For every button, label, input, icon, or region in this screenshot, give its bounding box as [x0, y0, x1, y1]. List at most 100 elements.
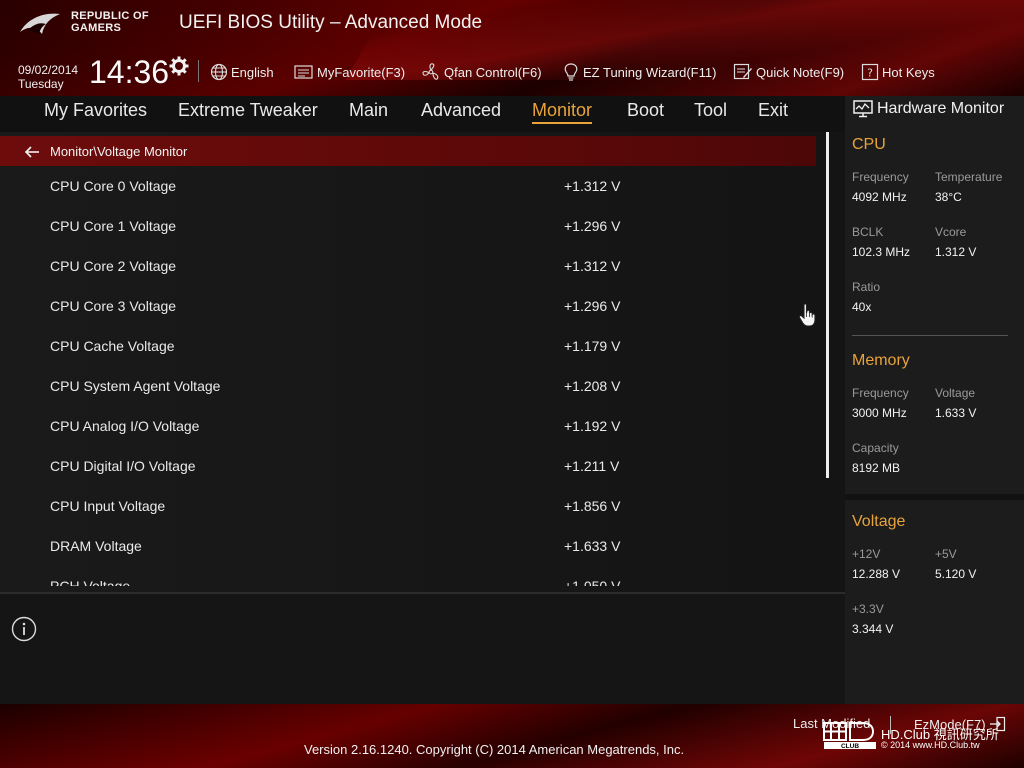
item-label: CPU Analog I/O Voltage	[50, 418, 200, 434]
ez-tuning-label: EZ Tuning Wizard(F11)	[583, 64, 717, 80]
fan-icon	[422, 63, 439, 80]
item-label: CPU Cache Voltage	[50, 338, 175, 354]
list-item[interactable]: CPU Digital I/O Voltage +1.211 V	[0, 448, 820, 488]
cpu-section-heading: CPU	[852, 136, 886, 153]
info-icon	[11, 616, 37, 642]
v33-label: +3.3V	[852, 602, 884, 616]
header-bar: REPUBLIC OF GAMERS UEFI BIOS Utility – A…	[0, 0, 1024, 96]
item-label: CPU Core 2 Voltage	[50, 258, 177, 274]
day-display: Tuesday	[18, 77, 64, 91]
brand-text: REPUBLIC OF GAMERS	[71, 10, 149, 34]
cpu-bclk-label: BCLK	[852, 225, 884, 239]
memory-voltage-value: 1.633 V	[935, 406, 977, 420]
app-title: UEFI BIOS Utility – Advanced Mode	[179, 12, 483, 33]
date-display: 09/02/2014	[18, 63, 79, 77]
footer-bar: Last Modified EzMode(F7) CLUB HD.Club 視訊…	[0, 704, 1024, 768]
memory-capacity-label: Capacity	[852, 441, 899, 455]
list-item[interactable]: DRAM Voltage +1.633 V	[0, 528, 820, 568]
item-value: +1.296 V	[564, 218, 621, 234]
svg-text:CLUB: CLUB	[841, 743, 859, 750]
list-item[interactable]: CPU Core 2 Voltage +1.312 V	[0, 248, 820, 288]
tab-my-favorites[interactable]: My Favorites	[44, 100, 147, 121]
cpu-temperature-value: 38°C	[935, 190, 962, 204]
memory-capacity-value: 8192 MB	[852, 461, 901, 475]
note-icon	[733, 63, 752, 80]
list-item[interactable]: CPU Cache Voltage +1.179 V	[0, 328, 820, 368]
hardware-monitor-panel: Hardware Monitor CPU Frequency Temperatu…	[845, 96, 1024, 704]
item-value: +1.312 V	[564, 178, 621, 194]
cpu-frequency-label: Frequency	[852, 170, 909, 184]
list-item[interactable]: CPU Analog I/O Voltage +1.192 V	[0, 408, 820, 448]
hardware-monitor-title: Hardware Monitor	[853, 100, 1004, 118]
brand-line2: GAMERS	[71, 22, 122, 34]
memory-section-heading: Memory	[852, 352, 910, 369]
tab-main[interactable]: Main	[349, 100, 388, 121]
item-value: +1.208 V	[564, 378, 621, 394]
svg-text:?: ?	[867, 67, 873, 80]
v5-value: 5.120 V	[935, 567, 977, 581]
section-divider	[845, 494, 1024, 500]
voltage-section-heading: Voltage	[852, 513, 906, 530]
list-item[interactable]: PCH Voltage +1.050 V	[0, 568, 820, 586]
item-label: CPU Digital I/O Voltage	[50, 458, 196, 474]
ez-tuning-wizard-button[interactable]: EZ Tuning Wizard(F11)	[562, 62, 716, 82]
hot-keys-button[interactable]: ? Hot Keys	[861, 62, 935, 82]
language-label: English	[231, 64, 274, 80]
quick-note-button[interactable]: Quick Note(F9)	[733, 62, 844, 82]
language-button[interactable]: English	[210, 62, 274, 82]
item-value: +1.312 V	[564, 258, 621, 274]
item-value: +1.211 V	[564, 458, 620, 474]
list-scrollbar[interactable]	[826, 132, 829, 478]
cpu-frequency-value: 4092 MHz	[852, 190, 907, 204]
item-value: +1.296 V	[564, 298, 621, 314]
list-item[interactable]: CPU Core 3 Voltage +1.296 V	[0, 288, 820, 328]
item-label: CPU Core 0 Voltage	[50, 178, 177, 194]
list-item[interactable]: CPU Input Voltage +1.856 V	[0, 488, 820, 528]
v12-label: +12V	[852, 547, 881, 561]
cpu-ratio-label: Ratio	[852, 280, 881, 294]
header-divider	[198, 60, 199, 82]
item-value: +1.050 V	[564, 578, 621, 586]
rog-eye-logo-icon	[20, 13, 60, 34]
main-panel: Monitor\Voltage Monitor CPU Core 0 Volta…	[0, 132, 845, 592]
watermark-site: © 2014 www.HD.Club.tw	[881, 740, 980, 750]
memory-frequency-label: Frequency	[852, 386, 909, 400]
hot-keys-label: Hot Keys	[882, 64, 935, 80]
hd-club-watermark-logo-icon: CLUB	[823, 722, 876, 750]
qfan-label: Qfan Control(F6)	[444, 64, 542, 80]
item-value: +1.179 V	[564, 338, 621, 354]
v5-label: +5V	[935, 547, 957, 561]
item-label: DRAM Voltage	[50, 538, 142, 554]
item-value: +1.192 V	[564, 418, 621, 434]
tab-boot[interactable]: Boot	[627, 100, 664, 121]
globe-icon	[210, 63, 228, 81]
myfavorite-button[interactable]: MyFavorite(F3)	[294, 62, 405, 82]
breadcrumb-path: Monitor\Voltage Monitor	[50, 144, 188, 159]
breadcrumb[interactable]: Monitor\Voltage Monitor	[0, 136, 816, 166]
hardware-monitor-label: Hardware Monitor	[877, 100, 1005, 117]
item-label: CPU Input Voltage	[50, 498, 166, 514]
section-divider	[852, 335, 1008, 336]
back-arrow-icon[interactable]	[24, 146, 40, 158]
item-value: +1.856 V	[564, 498, 621, 514]
tab-tool[interactable]: Tool	[694, 100, 727, 121]
list-item[interactable]: CPU Core 1 Voltage +1.296 V	[0, 208, 820, 248]
tab-advanced[interactable]: Advanced	[421, 100, 501, 121]
tab-extreme-tweaker[interactable]: Extreme Tweaker	[178, 100, 318, 121]
quick-note-label: Quick Note(F9)	[756, 64, 845, 80]
clock-display: 14:36	[89, 54, 170, 90]
cpu-bclk-value: 102.3 MHz	[852, 245, 911, 259]
gear-icon[interactable]	[169, 56, 189, 76]
qfan-control-button[interactable]: Qfan Control(F6)	[421, 62, 542, 82]
list-item[interactable]: CPU System Agent Voltage +1.208 V	[0, 368, 820, 408]
favorite-list-icon	[294, 65, 313, 79]
list-item[interactable]: CPU Core 0 Voltage +1.312 V	[0, 168, 820, 208]
help-description-box	[0, 592, 845, 704]
item-label: PCH Voltage	[50, 578, 131, 586]
item-label: CPU Core 1 Voltage	[50, 218, 177, 234]
v12-value: 12.288 V	[852, 567, 901, 581]
tab-monitor[interactable]: Monitor	[532, 100, 593, 124]
memory-frequency-value: 3000 MHz	[852, 406, 907, 420]
monitor-icon	[853, 100, 873, 118]
tab-exit[interactable]: Exit	[758, 100, 788, 121]
